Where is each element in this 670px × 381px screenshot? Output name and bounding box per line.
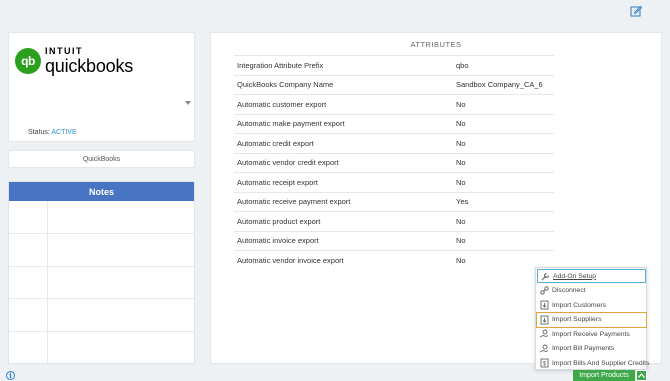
menu-item-label: Import Suppliers (552, 316, 602, 323)
attribute-value: No (454, 113, 554, 134)
menu-item-import-suppliers[interactable]: Import Suppliers (536, 311, 647, 328)
attribute-row: Automatic product export No (234, 211, 554, 231)
attribute-row: Automatic customer export No (234, 94, 554, 114)
menu-item-label: Import Customers (552, 301, 607, 309)
menu-item-add-on-setup[interactable]: Add-On Setup (537, 269, 646, 283)
attribute-row: Automatic receive payment export Yes (234, 191, 554, 212)
menu-item-label: Import Bills And Supplier Credits (552, 359, 650, 367)
hand-money-icon (539, 344, 549, 354)
attribute-value: qbo (454, 55, 554, 75)
notes-row[interactable] (9, 201, 194, 234)
attribute-label: Automatic customer export (234, 94, 454, 114)
edit-button[interactable] (629, 4, 643, 18)
attribute-label: Automatic invoice export (234, 230, 454, 251)
document-import-icon (539, 315, 549, 325)
attribute-value: Sandbox Company_CA_6 (454, 74, 554, 95)
menu-item-label: Disconnect (552, 287, 586, 294)
attribute-label: QuickBooks Company Name (234, 74, 454, 95)
connection-status: Status: ACTIVE (28, 129, 77, 136)
status-badge: ACTIVE (51, 129, 77, 136)
hand-money-icon (539, 329, 549, 339)
menu-item-disconnect[interactable]: Disconnect (537, 284, 646, 298)
menu-item-label: Add-On Setup (553, 272, 597, 280)
notes-row[interactable] (9, 233, 194, 267)
attributes-title: ATTRIBUTES (410, 40, 462, 49)
quickbooks-logo: qb INTUIT quickbooks (15, 47, 133, 75)
document-import-icon (539, 300, 549, 310)
attribute-label: Automatic make payment export (234, 113, 454, 134)
menu-item-import-receive-payments[interactable]: Import Receive Payments (537, 327, 646, 341)
menu-item-label: Import Bill Payments (552, 345, 615, 352)
status-label: Status: (28, 129, 50, 136)
attribute-value: No (454, 211, 554, 231)
notes-row[interactable] (9, 299, 194, 333)
menu-item-import-bills-and-supplier-credits[interactable]: $ Import Bills And Supplier Credits (537, 356, 650, 370)
quickbooks-logo-mark: qb (15, 48, 41, 74)
logo-product-text: quickbooks (45, 56, 134, 76)
attribute-label: Automatic product export (234, 211, 454, 231)
wrench-icon (540, 271, 550, 281)
attribute-row: Integration Attribute Prefix qbo (234, 55, 554, 75)
logo-brand-text: INTUIT (45, 46, 83, 56)
attribute-value: No (454, 230, 554, 251)
chevron-up-icon (638, 373, 645, 378)
attribute-value: No (454, 172, 554, 192)
menu-toggle-button[interactable] (636, 370, 647, 381)
menu-item-label: Import Receive Payments (552, 330, 630, 338)
document-dollar-icon: $ (539, 358, 549, 368)
attributes-table: Integration Attribute Prefix qbo QuickBook… (234, 55, 554, 270)
attribute-value: No (454, 133, 554, 153)
attribute-label: Automatic vendor credit export (234, 152, 454, 173)
attribute-value: No (454, 152, 554, 173)
chevron-down-icon[interactable] (185, 101, 191, 105)
attribute-label: Integration Attribute Prefix (234, 55, 454, 75)
notes-panel: Notes (8, 181, 195, 365)
attribute-row: Automatic receipt export No (234, 172, 554, 192)
notes-row[interactable] (9, 266, 194, 300)
attribute-row: QuickBooks Company Name Sandbox Company_C… (234, 74, 554, 95)
notes-row[interactable] (9, 332, 194, 365)
attribute-value: No (454, 94, 554, 114)
unlink-icon (539, 286, 549, 296)
connection-card: qb INTUIT quickbooks Status: ACTIVE (8, 32, 195, 142)
notes-title: Notes (9, 182, 194, 201)
import-products-button[interactable]: Import Products (573, 370, 635, 381)
attribute-row: Automatic invoice export No (234, 230, 554, 251)
edit-icon (630, 5, 642, 17)
attribute-row: Automatic vendor credit export No (234, 152, 554, 173)
menu-item-import-bill-payments[interactable]: Import Bill Payments (537, 342, 646, 356)
attribute-label: Automatic vendor invoice export (234, 250, 454, 270)
menu-item-import-customers[interactable]: Import Customers (537, 298, 646, 312)
connection-name: QuickBooks (8, 150, 195, 168)
info-icon[interactable]: i (6, 371, 15, 380)
attribute-label: Automatic receive payment export (234, 191, 454, 212)
attribute-row: Automatic make payment export No (234, 113, 554, 134)
attribute-value: Yes (454, 191, 554, 212)
attribute-row: Automatic credit export No (234, 133, 554, 153)
attribute-label: Automatic receipt export (234, 172, 454, 192)
attribute-row: Automatic vendor invoice export No (234, 250, 554, 270)
attribute-label: Automatic credit export (234, 133, 454, 153)
actions-menu: Add-On Setup Disconnect Import Customers Im… (535, 267, 650, 370)
